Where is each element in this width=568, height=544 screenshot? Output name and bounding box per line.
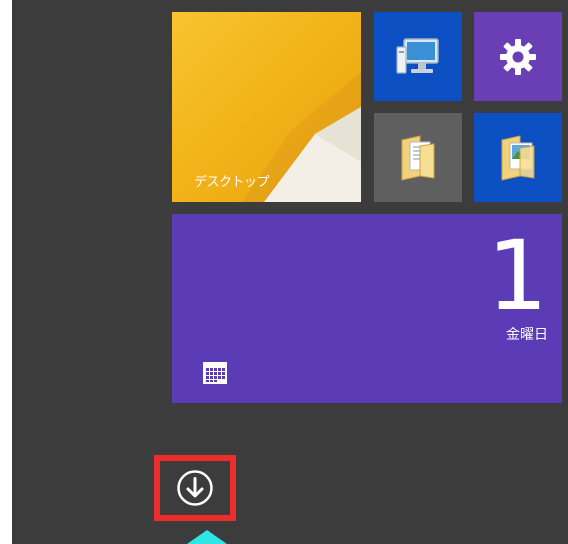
gear-icon	[500, 38, 536, 75]
settings-tile[interactable]	[474, 12, 562, 101]
down-arrow-circle-icon	[177, 470, 213, 506]
folder-documents-icon	[401, 134, 435, 181]
calendar-day-number: 1	[486, 220, 548, 332]
desktop-tile-label: デスクトップ	[194, 175, 270, 190]
computer-icon	[396, 37, 439, 74]
all-apps-highlight	[154, 455, 236, 521]
all-apps-button[interactable]	[175, 468, 215, 508]
pictures-tile[interactable]	[474, 113, 562, 202]
calendar-tile[interactable]: 1 金曜日	[172, 214, 562, 403]
calendar-icon	[203, 362, 227, 384]
folder-pictures-icon	[501, 134, 535, 181]
computer-tile[interactable]	[374, 12, 462, 101]
desktop-tile[interactable]: デスクトップ	[172, 12, 361, 202]
calendar-weekday: 金曜日	[506, 327, 548, 343]
documents-tile[interactable]	[374, 113, 462, 202]
start-screen: デスクトップ 1 金曜日	[12, 0, 568, 544]
pointer-arrow-icon	[187, 530, 227, 544]
